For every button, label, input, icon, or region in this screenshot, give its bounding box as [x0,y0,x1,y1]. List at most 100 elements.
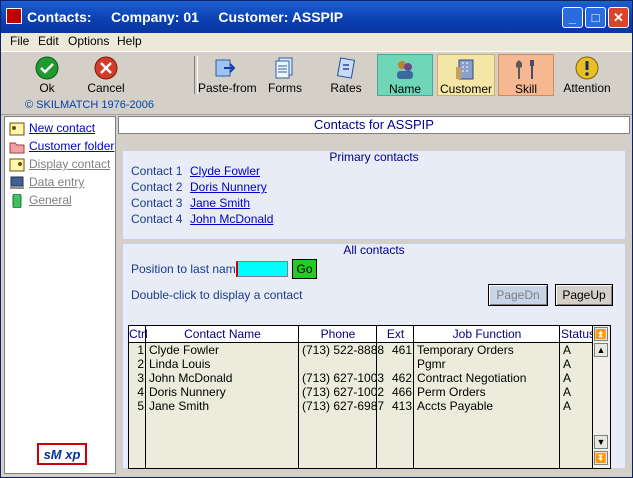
data-entry-icon [10,176,24,189]
cell-ctrl: 1 [137,343,144,357]
all-contacts-panel: All contacts Position to last name Go Do… [122,243,626,469]
attention-icon [575,56,599,80]
cell-contact-name: Doris Nunnery [149,385,226,399]
ok-button[interactable]: Ok [27,54,67,96]
rates-button[interactable]: Rates [327,54,365,96]
contact-slot-label: Contact 3 [131,196,183,210]
scroll-up-icon[interactable]: ▲ [594,343,608,357]
cancel-label: Cancel [87,81,125,95]
cell-phone: (713) 522-8888 [302,343,385,357]
page-up-button[interactable]: PageUp [555,284,613,306]
table-row[interactable]: 3 John McDonald (713) 627-1003 462 Contr… [129,371,594,385]
cell-ext: 466 [391,385,412,399]
table-row[interactable]: 2 Linda Louis Pgmr A [129,357,594,371]
sidebar-item-label: New contact [29,121,96,135]
sidebar-item-display-contact[interactable]: Display contact [9,157,110,173]
cell-job-function: Perm Orders [417,385,486,399]
sidebar-item-data-entry[interactable]: Data entry [9,175,84,191]
scroll-top-icon[interactable]: ⏫ [594,327,608,341]
application-window: Contacts: Company: 01 Customer: ASSPIP _… [0,0,633,478]
cell-status: A [563,357,572,371]
all-contacts-legend: All contacts [343,243,405,257]
sidebar-item-customer-folder[interactable]: Customer folder [9,139,114,155]
table-row[interactable]: 1 Clyde Fowler (713) 522-8888 461 Tempor… [129,343,594,357]
table-row[interactable]: 5 Jane Smith (713) 627-6987 413 Accts Pa… [129,399,594,413]
contact-slot-label: Contact 4 [131,212,183,226]
primary-contact-row: Contact 3 Jane Smith [131,196,250,212]
go-button[interactable]: Go [292,259,317,279]
column-header-status[interactable]: Status [560,326,596,342]
forms-button[interactable]: Forms [265,54,305,96]
table-scrollbar[interactable]: ⏫ ▲ ▼ ⏬ [592,326,610,468]
cell-job-function: Accts Payable [417,399,494,413]
menu-help[interactable]: Help [117,34,142,48]
general-icon [12,193,22,208]
close-button[interactable]: ✕ [608,7,629,28]
display-contact-icon [9,158,25,172]
cell-ctrl: 4 [137,385,144,399]
skill-tools-icon [516,60,534,79]
ok-label: Ok [39,81,55,95]
customer-button[interactable]: Customer [437,54,495,96]
name-people-icon [397,61,413,79]
customer-building-icon [456,59,474,80]
app-icon[interactable] [6,8,22,24]
scroll-down-icon[interactable]: ▼ [594,435,608,449]
sidebar: New contact Customer folder Display cont… [4,116,116,474]
sidebar-item-general[interactable]: General [9,193,72,209]
double-click-hint: Double-click to display a contact [131,288,303,302]
paste-from-button[interactable]: Paste-from [198,54,257,96]
contact-link[interactable]: Doris Nunnery [190,180,267,194]
forms-label: Forms [268,81,302,95]
minimize-button[interactable]: _ [562,7,583,28]
sidebar-item-label: General [29,193,72,207]
sidebar-item-new-contact[interactable]: New contact [9,121,95,137]
cell-ext: 461 [391,343,412,357]
skill-button[interactable]: Skill [498,54,554,96]
toolbar: Ok Cancel Paste-from Forms Rates Name Cu… [1,51,632,99]
cell-ctrl: 2 [137,357,144,371]
cell-status: A [563,371,572,385]
rates-label: Rates [330,81,362,95]
page-down-button[interactable]: PageDn [488,284,548,306]
copyright-text: © SKILMATCH 1976-2006 [25,99,154,111]
checkmark-icon [35,56,59,80]
primary-contact-row: Contact 1 Clyde Fowler [131,164,260,180]
sidebar-item-label: Data entry [29,175,85,189]
title-bar[interactable]: Contacts: Company: 01 Customer: ASSPIP _… [1,1,632,33]
maximize-button[interactable]: □ [585,7,606,28]
primary-contacts-panel: Primary contacts Contact 1 Clyde Fowler C… [122,150,626,240]
page-title: Contacts for ASSPIP [118,116,630,134]
cell-job-function: Temporary Orders [417,343,514,357]
menu-options[interactable]: Options [68,34,109,48]
cell-job-function: Pgmr [417,357,446,371]
position-last-name-input[interactable] [236,261,288,277]
cell-phone: (713) 627-1003 [302,371,385,385]
contact-slot-label: Contact 1 [131,164,183,178]
contact-link[interactable]: Jane Smith [190,196,250,210]
menu-bar: File Edit Options Help [1,33,632,51]
cell-contact-name: Clyde Fowler [149,343,220,357]
primary-contact-row: Contact 2 Doris Nunnery [131,180,267,196]
paste-from-icon [215,59,236,77]
position-label: Position to last name [131,262,243,276]
scroll-bottom-icon[interactable]: ⏬ [594,451,608,465]
cell-status: A [563,343,572,357]
window-title: Contacts: Company: 01 Customer: ASSPIP [27,9,344,25]
cell-ctrl: 3 [137,371,144,385]
cell-status: A [563,399,572,413]
cancel-button[interactable]: Cancel [83,54,129,96]
cell-status: A [563,385,572,399]
primary-contact-row: Contact 4 John McDonald [131,212,273,228]
table-row[interactable]: 4 Doris Nunnery (713) 627-1002 466 Perm … [129,385,594,399]
menu-edit[interactable]: Edit [38,34,59,48]
cell-job-function: Contract Negotiation [417,371,527,385]
contact-link[interactable]: Clyde Fowler [190,164,260,178]
menu-file[interactable]: File [10,34,29,48]
copyright-bar: © SKILMATCH 1976-2006 [1,98,632,115]
contact-link[interactable]: John McDonald [190,212,273,226]
cell-contact-name: Linda Louis [149,357,211,371]
attention-button[interactable]: Attention [563,54,611,96]
name-button[interactable]: Name [377,54,433,96]
primary-contacts-legend: Primary contacts [329,150,419,164]
